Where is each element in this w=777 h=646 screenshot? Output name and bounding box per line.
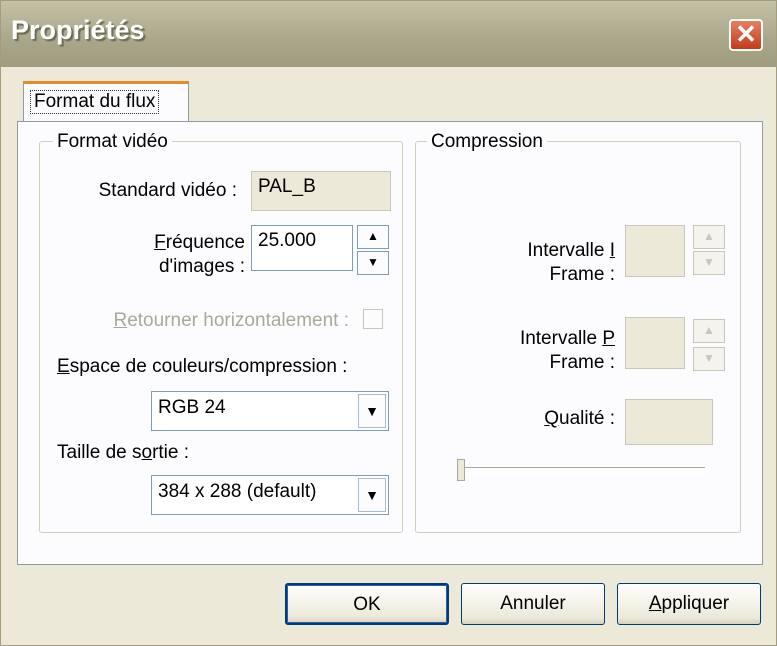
iframe-interval-input[interactable] bbox=[625, 225, 685, 277]
pframe-spin-down[interactable]: ▼ bbox=[693, 347, 725, 371]
output-size-label: Taille de sortie : bbox=[57, 441, 189, 465]
properties-dialog: Propriétés ✕ Format du flux Format vidéo… bbox=[0, 0, 777, 646]
apply-button[interactable]: Appliquer bbox=[617, 583, 761, 625]
colorspace-select[interactable]: RGB 24 ▼ bbox=[151, 391, 389, 431]
spin-down-icon: ▼ bbox=[703, 351, 715, 365]
chevron-down-icon: ▼ bbox=[365, 403, 379, 419]
chevron-down-icon: ▼ bbox=[365, 487, 379, 503]
spin-down-icon: ▼ bbox=[367, 255, 379, 269]
tab-format-du-flux[interactable]: Format du flux bbox=[23, 81, 189, 123]
output-size-dropdown-button[interactable]: ▼ bbox=[358, 478, 386, 512]
quality-input[interactable] bbox=[625, 399, 713, 445]
spin-up-icon: ▲ bbox=[703, 323, 715, 337]
iframe-label-a: Intervalle bbox=[527, 240, 610, 261]
framerate-label-line2: d'images : bbox=[158, 256, 245, 277]
framerate-spin-up[interactable]: ▲ bbox=[357, 225, 389, 249]
compression-group-title: Compression bbox=[427, 131, 547, 153]
standard-video-field: PAL_B bbox=[251, 171, 391, 211]
pframe-label-a: Intervalle bbox=[519, 328, 603, 349]
iframe-interval-label: Intervalle I Frame : bbox=[497, 239, 615, 287]
title-bar[interactable]: Propriétés ✕ bbox=[1, 1, 776, 67]
spin-up-icon: ▲ bbox=[703, 229, 715, 243]
output-size-value: 384 x 288 (default) bbox=[158, 481, 317, 502]
ok-button[interactable]: OK bbox=[285, 583, 449, 625]
pframe-interval-input[interactable] bbox=[625, 317, 685, 369]
output-size-label-b: rtie : bbox=[152, 442, 190, 463]
standard-video-label: Standard vidéo : bbox=[98, 180, 237, 201]
quality-accel: Q bbox=[544, 408, 560, 429]
colorspace-label: Espace de couleurs/compression : bbox=[57, 355, 347, 379]
colorspace-accel: E bbox=[57, 356, 70, 377]
close-button[interactable]: ✕ bbox=[729, 19, 763, 51]
quality-slider-thumb[interactable] bbox=[457, 459, 465, 481]
framerate-input[interactable]: 25.000 bbox=[251, 225, 353, 271]
close-icon: ✕ bbox=[735, 19, 757, 49]
quality-label: Qualité : bbox=[521, 407, 615, 431]
pframe-spin-up[interactable]: ▲ bbox=[693, 319, 725, 343]
framerate-label: Fréquence d'images : bbox=[101, 231, 245, 279]
spin-down-icon: ▼ bbox=[703, 255, 715, 269]
quality-label-text: ualité : bbox=[559, 408, 615, 429]
spin-up-icon: ▲ bbox=[367, 229, 379, 243]
pframe-accel: P bbox=[602, 328, 615, 349]
colorspace-label-text: space de couleurs/compression : bbox=[69, 356, 348, 377]
iframe-label-b: Frame : bbox=[549, 264, 615, 285]
pframe-label-b: Frame : bbox=[549, 352, 615, 373]
output-size-accel: o bbox=[141, 442, 153, 463]
output-size-select[interactable]: 384 x 288 (default) ▼ bbox=[151, 475, 389, 515]
iframe-spin-up[interactable]: ▲ bbox=[693, 225, 725, 249]
pframe-interval-label: Intervalle P Frame : bbox=[497, 327, 615, 375]
iframe-spin-down[interactable]: ▼ bbox=[693, 251, 725, 275]
quality-slider-track[interactable] bbox=[459, 467, 705, 473]
iframe-accel: I bbox=[609, 240, 615, 261]
video-format-group-title: Format vidéo bbox=[53, 131, 172, 153]
colorspace-value: RGB 24 bbox=[158, 397, 226, 418]
framerate-spin-down[interactable]: ▼ bbox=[357, 251, 389, 275]
framerate-accel: F bbox=[154, 232, 166, 253]
flip-horizontal-checkbox[interactable] bbox=[363, 309, 383, 329]
cancel-button[interactable]: Annuler bbox=[461, 583, 605, 625]
output-size-label-a: Taille de s bbox=[57, 442, 142, 463]
colorspace-dropdown-button[interactable]: ▼ bbox=[358, 394, 386, 428]
apply-accel: A bbox=[648, 593, 662, 614]
flip-horizontal-label: Retourner horizontalement : bbox=[87, 309, 349, 333]
apply-label: ppliquer bbox=[661, 593, 730, 614]
window-title: Propriétés bbox=[11, 15, 145, 45]
flip-accel: R bbox=[113, 310, 128, 331]
tab-label: Format du flux bbox=[30, 90, 160, 114]
framerate-label-line1: réquence bbox=[165, 232, 245, 253]
flip-label-text: etourner horizontalement : bbox=[127, 310, 349, 331]
